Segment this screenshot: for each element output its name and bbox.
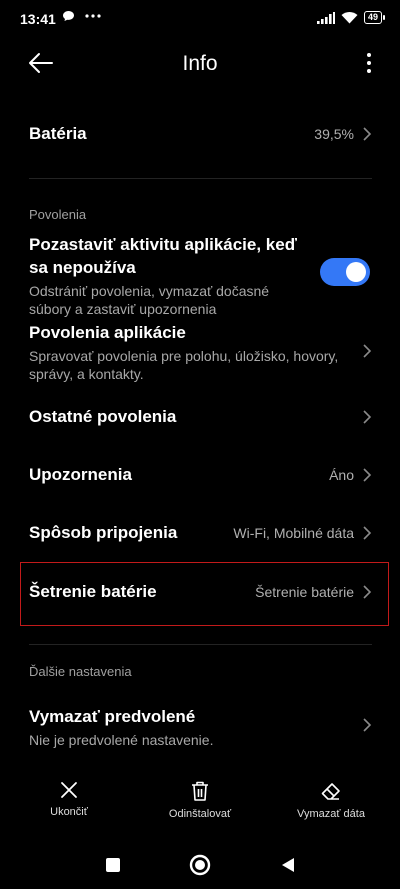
wifi-icon: [341, 12, 358, 24]
app-permissions-row[interactable]: Povolenia aplikácie Spravovať povolenia …: [29, 321, 372, 383]
stop-label: Ukončiť: [50, 806, 88, 818]
eraser-icon: [321, 783, 340, 800]
battery-row[interactable]: Batéria 39,5%: [29, 122, 372, 146]
connection-value: Wi-Fi, Mobilné dáta: [233, 525, 354, 541]
uninstall-button[interactable]: Odinštalovať: [160, 780, 240, 820]
trash-icon: [192, 781, 208, 801]
pause-activity-subtitle: Odstrániť povolenia, vymazať dočasné súb…: [29, 283, 270, 317]
section-label-more-settings: Ďalšie nastavenia: [29, 664, 132, 679]
toggle-knob: [346, 262, 366, 282]
notifications-row[interactable]: Upozornenia Áno: [29, 463, 372, 486]
pause-activity-title: Pozastaviť aktivitu aplikácie, keď sa ne…: [29, 235, 297, 277]
battery-saver-value: Šetrenie batérie: [255, 584, 354, 600]
signal-icon: [316, 11, 335, 24]
chevron-right-icon: [363, 718, 372, 732]
other-permissions-row[interactable]: Ostatné povolenia: [29, 405, 372, 428]
notifications-value: Áno: [329, 467, 354, 483]
chevron-right-icon: [363, 585, 372, 599]
section-label-permissions: Povolenia: [29, 207, 87, 222]
other-permissions-title: Ostatné povolenia: [29, 407, 177, 426]
app-permissions-subtitle: Spravovať povolenia pre polohu, úložisko…: [29, 348, 339, 382]
close-icon: [61, 782, 77, 798]
chevron-right-icon: [363, 127, 372, 141]
uninstall-label: Odinštalovať: [168, 808, 232, 820]
back-triangle-icon[interactable]: [280, 856, 296, 874]
pause-activity-row[interactable]: Pozastaviť aktivitu aplikácie, keď sa ne…: [29, 233, 300, 318]
battery-indicator: 49: [363, 11, 386, 24]
chevron-right-icon: [363, 526, 372, 540]
chevron-right-icon: [363, 468, 372, 482]
clear-data-button[interactable]: Vymazať dáta: [288, 780, 374, 820]
page-title: Info: [182, 52, 218, 75]
status-bar: 13:41 49: [0, 0, 400, 40]
system-navigation-bar: [0, 848, 400, 884]
more-options-icon[interactable]: [366, 52, 372, 74]
clear-defaults-title: Vymazať predvolené: [29, 707, 196, 726]
divider: [29, 644, 372, 645]
app-permissions-title: Povolenia aplikácie: [29, 323, 186, 342]
bottom-action-bar: Ukončiť Odinštalovať Vymazať dáta: [0, 780, 400, 830]
chevron-right-icon: [363, 344, 372, 358]
connection-row[interactable]: Spôsob pripojenia Wi-Fi, Mobilné dáta: [29, 521, 372, 544]
home-circle-icon[interactable]: [189, 854, 211, 876]
recents-square-icon[interactable]: [104, 856, 122, 874]
chevron-right-icon: [363, 410, 372, 424]
more-notifications-icon: [85, 14, 101, 18]
divider: [29, 178, 372, 179]
top-app-bar: Info: [0, 40, 400, 88]
clear-data-label: Vymazať dáta: [297, 808, 365, 820]
clear-defaults-row[interactable]: Vymazať predvolené Nie je predvolené nas…: [29, 705, 372, 749]
notifications-title: Upozornenia: [29, 465, 132, 484]
pause-activity-toggle[interactable]: [320, 258, 370, 286]
status-time: 13:41: [20, 11, 56, 27]
stop-button[interactable]: Ukončiť: [34, 780, 104, 818]
battery-row-value: 39,5%: [314, 126, 354, 142]
battery-saver-row[interactable]: Šetrenie batérie Šetrenie batérie: [29, 580, 372, 603]
clear-defaults-subtitle: Nie je predvolené nastavenie.: [29, 732, 214, 748]
chat-notification-icon: [63, 11, 74, 21]
